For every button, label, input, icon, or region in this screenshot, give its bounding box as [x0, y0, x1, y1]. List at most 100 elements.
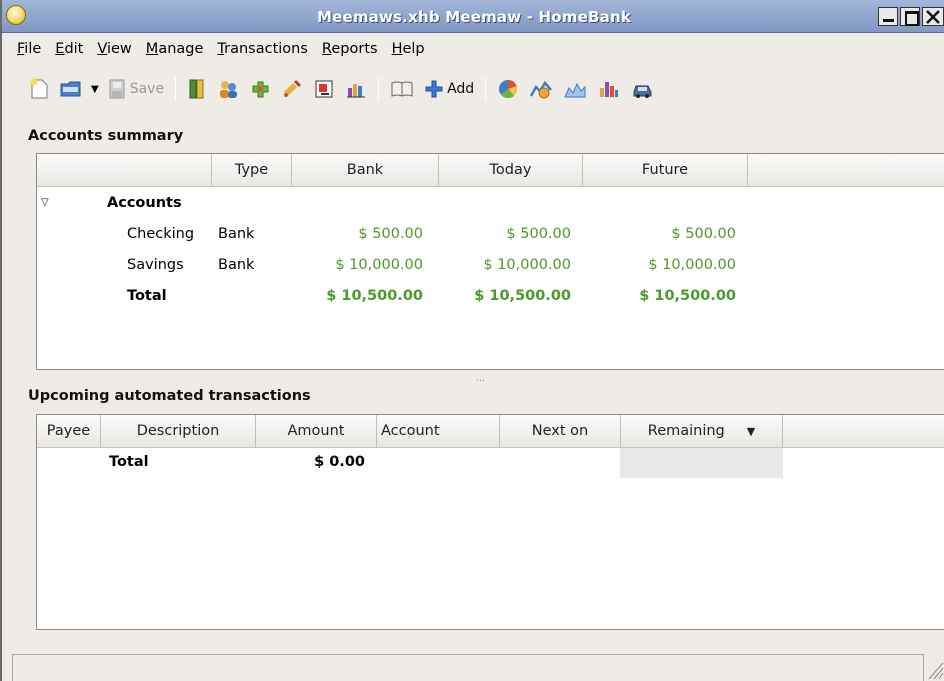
account-today-balance: $ 500.00 — [506, 226, 571, 242]
account-bank-balance: $ 500.00 — [358, 226, 423, 242]
menu-edit-label: dit — [64, 41, 84, 57]
upcoming-total-row[interactable]: Total $ 0.00 — [37, 447, 944, 477]
menu-reports-accel: R — [321, 41, 332, 57]
account-name: Checking — [127, 226, 195, 242]
toolbar: ▼ Save Add — [2, 70, 944, 108]
add-icon — [425, 80, 443, 98]
col-header-remaining-label: Remaining — [647, 423, 725, 439]
account-today-balance: $ 10,000.00 — [483, 257, 571, 273]
col-header-description[interactable]: Description — [101, 415, 256, 448]
categories-icon — [252, 81, 269, 98]
categories-button[interactable] — [244, 74, 276, 104]
add-button[interactable]: Add — [419, 74, 479, 104]
accounts-button[interactable] — [182, 74, 212, 104]
vehicle-cost-button[interactable] — [626, 74, 660, 104]
col-header-name[interactable] — [37, 154, 212, 187]
menu-transactions-label: ransactions — [224, 41, 308, 57]
menu-help-label: elp — [402, 41, 425, 57]
close-icon — [926, 10, 940, 24]
col-header-payee[interactable]: Payee — [37, 415, 101, 448]
save-button[interactable]: Save — [102, 74, 169, 104]
pane-splitter-handle[interactable]: … — [476, 374, 486, 384]
save-label: Save — [129, 81, 165, 97]
homebank-window: Meemaws.xhb Meemaw - HomeBank File Edit … — [0, 0, 944, 681]
account-future-balance: $ 10,000.00 — [648, 257, 736, 273]
menu-manage-accel: M — [145, 41, 159, 57]
account-future-balance: $ 500.00 — [671, 226, 736, 242]
balance-report-button[interactable] — [558, 74, 592, 104]
col-header-bank[interactable]: Bank — [292, 154, 439, 187]
accounts-summary-table[interactable]: Type Bank Today Future ▽ Accounts Checki… — [36, 153, 944, 370]
menu-manage[interactable]: Manage — [139, 39, 211, 59]
open-file-button[interactable] — [54, 74, 88, 104]
account-group-row[interactable]: ▽ Accounts — [37, 188, 944, 218]
account-bank-balance: $ 10,000.00 — [335, 257, 423, 273]
statistics-report-button[interactable] — [492, 74, 524, 104]
menu-reports[interactable]: Reports — [315, 39, 385, 59]
pie-chart-icon — [499, 79, 518, 98]
area-chart-icon — [564, 82, 586, 98]
budget-report-button[interactable] — [592, 74, 626, 104]
upcoming-total-label: Total — [109, 454, 149, 470]
bar-chart-icon — [600, 82, 619, 97]
col-header-remaining[interactable]: Remaining ▼ — [621, 415, 783, 448]
time-report-button[interactable] — [524, 74, 558, 104]
account-type: Bank — [218, 257, 255, 273]
menu-reports-label: eports — [331, 41, 378, 57]
account-group-label: Accounts — [107, 195, 182, 211]
upcoming-total-amount: $ 0.00 — [314, 454, 365, 470]
maximize-button[interactable] — [900, 7, 920, 26]
open-register-button[interactable] — [385, 74, 419, 104]
menu-file[interactable]: File — [10, 39, 48, 59]
toolbar-separator — [378, 77, 380, 101]
total-today-balance: $ 10,500.00 — [474, 288, 571, 304]
col-header-future[interactable]: Future — [583, 154, 748, 187]
save-icon — [109, 79, 125, 99]
col-header-account[interactable]: Account — [377, 415, 500, 448]
accounts-summary-title: Accounts summary — [28, 128, 184, 144]
total-label: Total — [127, 288, 167, 304]
menu-help-accel: H — [391, 41, 403, 57]
sort-descending-icon: ▼ — [746, 425, 756, 438]
menu-file-label: ile — [24, 41, 42, 57]
account-row[interactable]: Checking Bank $ 500.00 $ 500.00 $ 500.00 — [37, 219, 944, 249]
assignments-button[interactable] — [276, 74, 308, 104]
window-title: Meemaws.xhb Meemaw - HomeBank — [316, 8, 632, 26]
archives-button[interactable] — [308, 74, 340, 104]
menu-view-accel: V — [97, 41, 107, 57]
total-future-balance: $ 10,500.00 — [639, 288, 736, 304]
menu-manage-label: anage — [158, 41, 204, 57]
expander-icon[interactable]: ▽ — [41, 188, 49, 218]
menu-edit[interactable]: Edit — [48, 39, 90, 59]
book-icon — [391, 81, 413, 97]
add-label: Add — [447, 81, 475, 97]
accounts-total-row[interactable]: Total $ 10,500.00 $ 10,500.00 $ 10,500.0… — [37, 281, 944, 311]
close-button[interactable] — [922, 7, 944, 26]
status-bar — [12, 654, 924, 681]
menu-view-label: iew — [106, 41, 132, 57]
col-header-next-on[interactable]: Next on — [500, 415, 621, 448]
upcoming-transactions-table[interactable]: Payee Description Amount Account Next on… — [36, 414, 944, 630]
account-type: Bank — [218, 226, 255, 242]
toolbar-separator — [485, 77, 487, 101]
col-header-amount[interactable]: Amount — [256, 415, 377, 448]
menu-view[interactable]: View — [90, 39, 138, 59]
resize-grip-icon[interactable] — [926, 660, 944, 680]
new-file-button[interactable] — [24, 74, 54, 104]
col-header-type[interactable]: Type — [212, 154, 292, 187]
payees-button[interactable] — [212, 74, 244, 104]
col-header-today[interactable]: Today — [439, 154, 583, 187]
title-bar[interactable]: Meemaws.xhb Meemaw - HomeBank — [2, 0, 944, 33]
upcoming-transactions-title: Upcoming automated transactions — [28, 388, 311, 404]
account-row[interactable]: Savings Bank $ 10,000.00 $ 10,000.00 $ 1… — [37, 250, 944, 280]
car-icon — [633, 85, 652, 98]
open-recent-dropdown[interactable]: ▼ — [88, 74, 102, 104]
time-chart-icon — [530, 80, 553, 99]
menu-transactions[interactable]: Transactions — [210, 39, 315, 59]
chevron-down-icon: ▼ — [91, 83, 99, 95]
toolbar-separator — [175, 77, 177, 101]
minimize-button[interactable] — [878, 7, 898, 26]
new-file-icon — [30, 78, 48, 99]
menu-help[interactable]: Help — [385, 39, 432, 59]
budget-button[interactable] — [340, 74, 372, 104]
